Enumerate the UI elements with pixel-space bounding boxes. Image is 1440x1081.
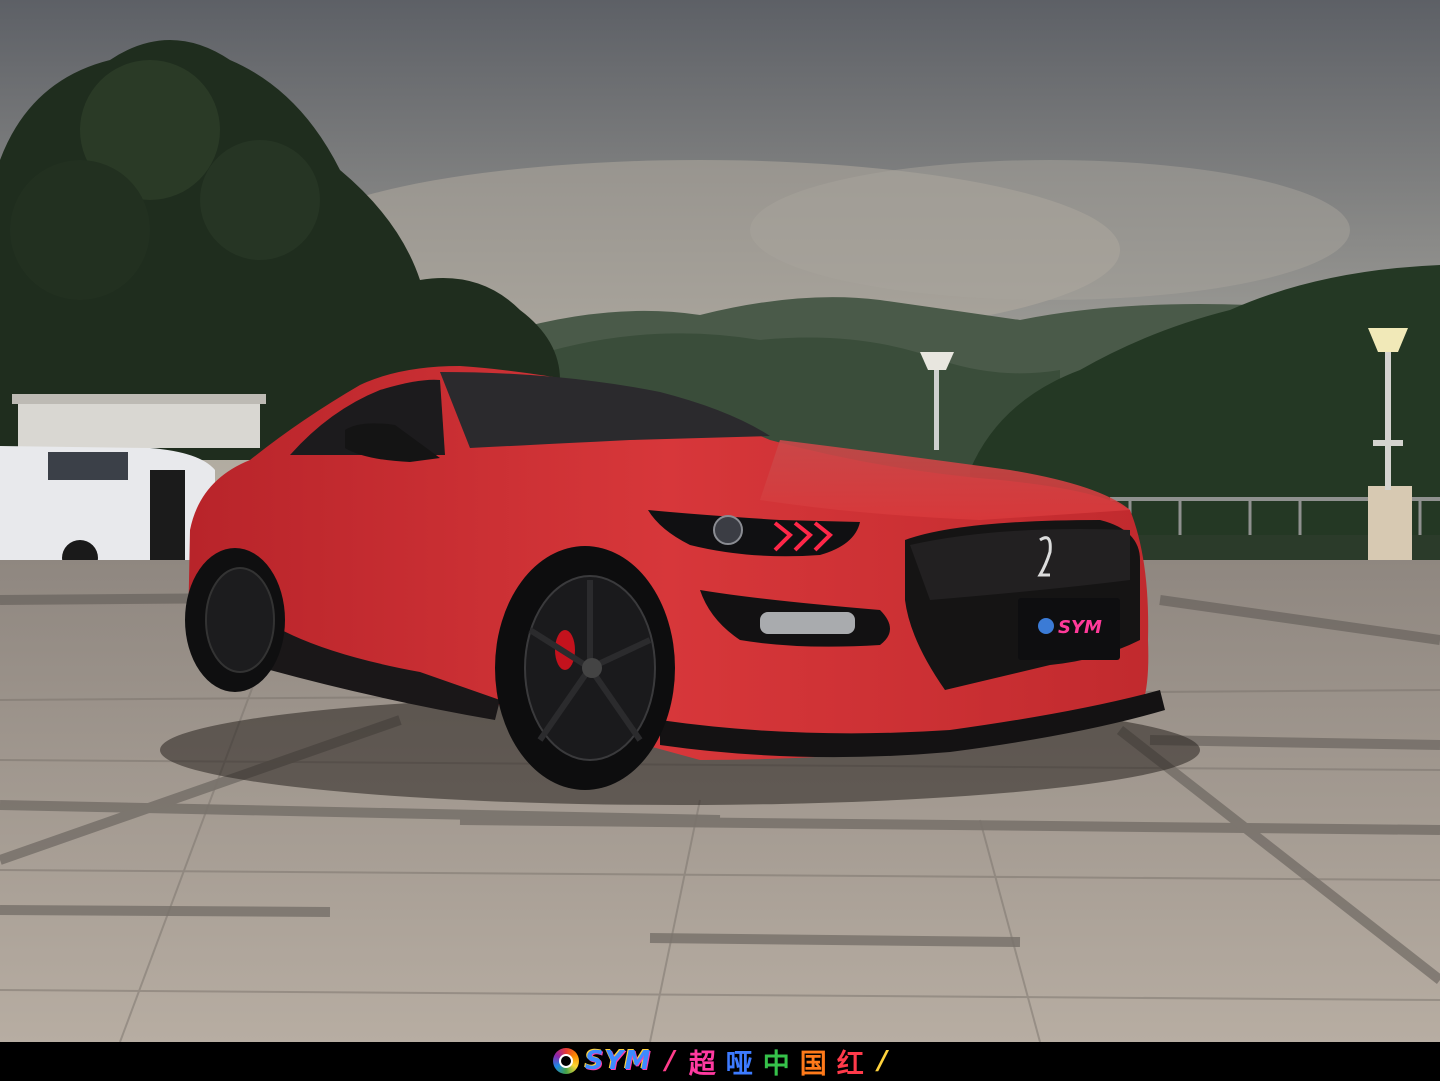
slogan: 超 哑 中 国 红 <box>689 1042 864 1081</box>
slogan-char: 红 <box>836 1048 864 1080</box>
slogan-char: 中 <box>762 1048 790 1080</box>
car-photo: SYM <box>0 0 1440 1042</box>
person <box>150 470 185 565</box>
front-wheel <box>495 546 675 790</box>
brand-logo: SYM <box>552 1046 652 1076</box>
slogan-char: 超 <box>688 1048 716 1080</box>
rear-wheel <box>185 548 285 692</box>
building <box>18 398 260 448</box>
plate-brand: SYM <box>1058 617 1102 638</box>
separator-left: / <box>665 1046 675 1076</box>
separator-right: / <box>877 1046 888 1076</box>
slogan-char: 国 <box>799 1048 827 1080</box>
brand-name: SYM <box>584 1046 652 1076</box>
slogan-char: 哑 <box>725 1048 753 1080</box>
brand-logo-icon <box>552 1048 579 1074</box>
caption-bar: SYM / 超 哑 中 国 红 / <box>0 1042 1440 1080</box>
